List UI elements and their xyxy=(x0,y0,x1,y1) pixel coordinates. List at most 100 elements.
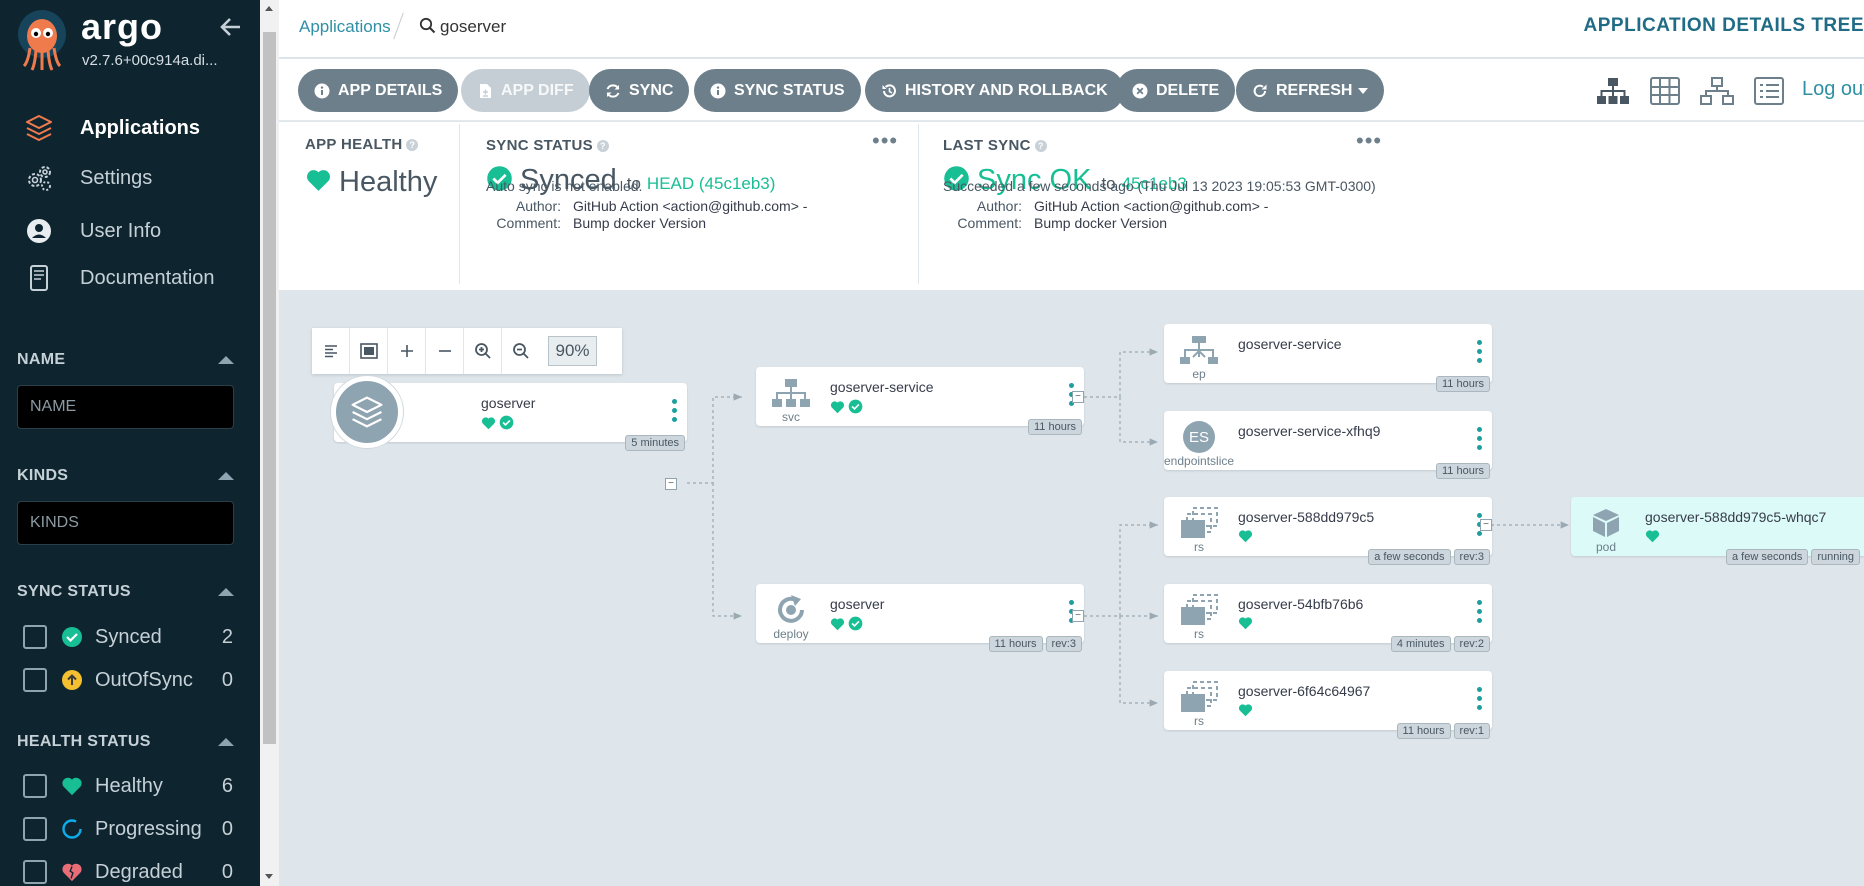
help-icon[interactable]: ? xyxy=(596,140,609,153)
collapse-node-button[interactable]: − xyxy=(1072,610,1084,622)
collapse-sidebar-arrow-icon[interactable] xyxy=(218,14,244,40)
breadcrumb-applications-link[interactable]: Applications xyxy=(299,17,391,37)
sync-revision-link[interactable]: HEAD (45c1eb3) xyxy=(647,174,776,194)
last-sync-more-icon[interactable]: ••• xyxy=(1356,130,1382,152)
collapse-node-button[interactable]: − xyxy=(1072,391,1084,403)
checkbox[interactable] xyxy=(23,774,47,798)
plus-icon[interactable] xyxy=(388,328,426,374)
delete-button[interactable]: DELETE xyxy=(1116,69,1236,112)
node-tags: a few seconds running xyxy=(1726,549,1861,565)
app-diff-button[interactable]: APP DIFF xyxy=(461,69,590,112)
application-layers-icon xyxy=(331,376,403,448)
node-menu-icon[interactable] xyxy=(672,399,678,423)
revision-tag: rev:3 xyxy=(1045,636,1082,652)
button-label: DELETE xyxy=(1156,81,1220,99)
breadcrumb-current-app[interactable]: goserver xyxy=(440,17,506,37)
breadcrumb-separator xyxy=(393,12,404,40)
scroll-down-arrow-icon[interactable] xyxy=(265,874,273,879)
node-menu-icon[interactable] xyxy=(1477,600,1483,624)
minus-icon[interactable] xyxy=(426,328,464,374)
nav-label: Applications xyxy=(80,116,201,139)
kinds-filter-input[interactable] xyxy=(17,501,234,545)
comment-label: Comment: xyxy=(957,215,1022,231)
nav-settings[interactable]: Settings xyxy=(24,161,152,195)
svc-node-goserver-service[interactable]: svc goserver-service 11 hours xyxy=(756,367,1084,435)
checkbox[interactable] xyxy=(23,817,47,841)
filter-outofsync: OutOfSync 0 xyxy=(23,665,233,695)
checkbox[interactable] xyxy=(23,625,47,649)
align-left-icon[interactable] xyxy=(312,328,350,374)
endpointslice-node-goserver-service-xfhq9[interactable]: ES endpointslice goserver-service-xfhq9 … xyxy=(1164,411,1492,479)
help-icon[interactable]: ? xyxy=(406,139,419,152)
divider xyxy=(459,124,460,284)
refresh-button[interactable]: REFRESH xyxy=(1236,69,1385,112)
rs-node-goserver-54bfb76b6[interactable]: rs goserver-54bfb76b6 4 minutes rev:2 xyxy=(1164,584,1492,652)
tree-view-icon[interactable] xyxy=(1596,77,1630,105)
zoom-level: 90% xyxy=(548,336,597,366)
fit-image-icon[interactable] xyxy=(350,328,388,374)
nav-applications[interactable]: Applications xyxy=(24,111,200,145)
collapse-node-button[interactable]: − xyxy=(665,478,677,490)
history-and-rollback-button[interactable]: HISTORY AND ROLLBACK xyxy=(865,69,1124,112)
nav-documentation[interactable]: Documentation xyxy=(24,261,215,295)
zoom-in-icon[interactable] xyxy=(464,328,502,374)
list-view-icon[interactable] xyxy=(1752,77,1786,105)
node-menu-icon[interactable] xyxy=(1477,340,1483,364)
endpointslice-icon: ES xyxy=(1176,421,1222,453)
rs-node-goserver-6f64c64967[interactable]: rs goserver-6f64c64967 11 hours rev:1 xyxy=(1164,671,1492,739)
sync-button[interactable]: SYNC xyxy=(589,69,690,112)
caret-down-icon xyxy=(1358,87,1369,94)
ep-node-goserver-service[interactable]: ep goserver-service 11 hours xyxy=(1164,324,1492,392)
node-name: goserver-54bfb76b6 xyxy=(1238,596,1364,612)
node-status-icons xyxy=(1645,529,1660,548)
nav-label: User Info xyxy=(80,219,162,242)
node-tags: 5 minutes xyxy=(625,435,685,451)
pods-grid-view-icon[interactable] xyxy=(1648,77,1682,105)
close-circle-icon xyxy=(1132,83,1148,99)
filter-title-sync-status: SYNC STATUS xyxy=(17,583,131,600)
nav-user-info[interactable]: User Info xyxy=(24,214,161,248)
checkbox[interactable] xyxy=(23,860,47,884)
sync-note: Auto sync is not enabled. xyxy=(486,178,643,194)
scrollbar-thumb[interactable] xyxy=(263,32,276,744)
heart-icon xyxy=(1238,703,1253,722)
collapse-caret-icon[interactable] xyxy=(218,738,234,746)
search-icon[interactable] xyxy=(419,17,436,34)
filter-title-health-status: HEALTH STATUS xyxy=(17,733,151,750)
divider xyxy=(918,124,919,284)
node-name: goserver xyxy=(481,395,536,411)
network-view-icon[interactable] xyxy=(1700,77,1734,105)
argo-logo xyxy=(14,8,70,72)
scroll-up-arrow-icon[interactable] xyxy=(265,6,273,11)
node-tags: 11 hours xyxy=(1436,376,1490,392)
rs-node-goserver-588dd979c5[interactable]: rs goserver-588dd979c5 a few seconds rev:… xyxy=(1164,497,1492,565)
author-label: Author: xyxy=(515,198,561,214)
author-value: GitHub Action <action@github.com> - xyxy=(573,198,808,214)
replicaset-icon xyxy=(1176,681,1222,713)
help-icon[interactable]: ? xyxy=(1034,140,1047,153)
sync-status-button[interactable]: SYNC STATUS xyxy=(694,69,861,112)
sync-status-more-icon[interactable]: ••• xyxy=(872,130,898,152)
logout-link[interactable]: Log out xyxy=(1802,78,1864,101)
zoom-out-icon[interactable] xyxy=(502,328,540,374)
collapse-node-button[interactable]: − xyxy=(1480,519,1492,531)
collapse-caret-icon[interactable] xyxy=(218,472,234,480)
info-icon xyxy=(710,83,726,99)
node-kind: ep xyxy=(1192,367,1206,381)
deploy-node-goserver[interactable]: deploy goserver 11 hours rev:3 xyxy=(756,584,1084,652)
checkbox[interactable] xyxy=(23,668,47,692)
node-menu-icon[interactable] xyxy=(1477,427,1483,451)
age-tag: 11 hours xyxy=(1028,419,1082,435)
heart-icon xyxy=(1645,529,1660,548)
gears-icon xyxy=(24,163,54,193)
collapse-caret-icon[interactable] xyxy=(218,588,234,596)
sidebar-scrollbar[interactable] xyxy=(260,0,279,886)
node-status-icons xyxy=(481,415,514,435)
pod-node-goserver-588dd979c5-whqc7[interactable]: pod goserver-588dd979c5-whqc7 a few seco… xyxy=(1571,497,1864,565)
node-status-icons xyxy=(830,399,863,419)
name-filter-input[interactable] xyxy=(17,385,234,429)
node-menu-icon[interactable] xyxy=(1477,687,1483,711)
collapse-caret-icon[interactable] xyxy=(218,356,234,364)
endpoints-icon xyxy=(1176,334,1222,366)
app-details-button[interactable]: APP DETAILS xyxy=(298,69,459,112)
